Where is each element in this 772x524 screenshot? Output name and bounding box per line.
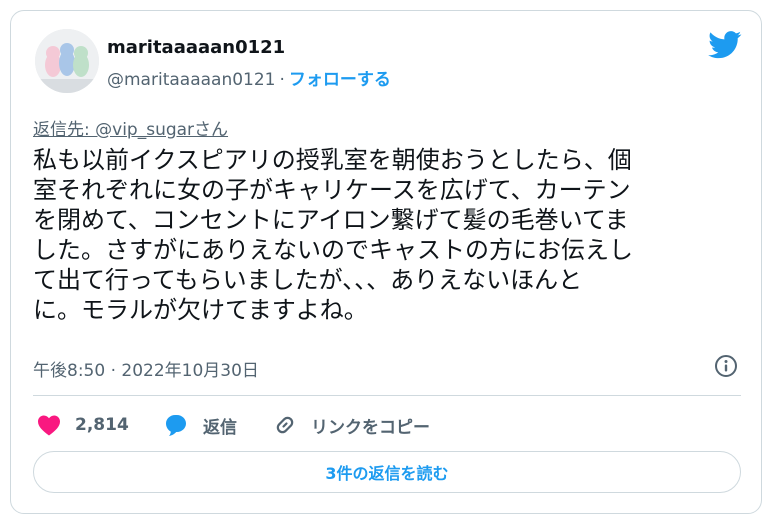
follow-link[interactable]: フォローする (289, 70, 391, 90)
tweet-text-line: に。モラルが欠けてますよね。 (33, 296, 368, 324)
tweet-text-line: 私も以前イクスピアリの授乳室を朝使おうとしたら、個 (33, 146, 632, 174)
reply-button[interactable]: 返信 (163, 411, 237, 439)
twitter-bird-icon[interactable] (708, 31, 742, 59)
tweet-text: 私も以前イクスピアリの授乳室を朝使おうとしたら、個 室それぞれに女の子がキャリケ… (33, 145, 733, 325)
like-button[interactable]: 2,814 (37, 411, 129, 439)
handle-row: @maritaaaaan0121 · フォローする (107, 65, 391, 90)
like-count: 2,814 (75, 415, 129, 435)
tweet-text-line: て出て行ってもらいましたが、、、ありえないほんと (33, 266, 583, 294)
reply-bubble-icon (166, 415, 186, 436)
copy-link-label: リンクをコピー (311, 417, 430, 438)
tweet-timestamp[interactable]: 午後8:50 · 2022年10月30日 (33, 356, 259, 381)
tweet-text-line: 室それぞれに女の子がキャリケースを広げて、カーテン (33, 176, 631, 204)
reply-to-link[interactable]: 返信先: @vip_sugarさん (33, 115, 228, 140)
read-replies-label: 3件の返信を読む (325, 464, 449, 483)
tweet-card: maritaaaaan0121 @maritaaaaan0121 · フォローする … (10, 10, 762, 514)
copy-link-button[interactable]: リンクをコピー (273, 411, 430, 439)
heart-icon (38, 415, 60, 436)
read-replies-button[interactable]: 3件の返信を読む (33, 451, 741, 493)
divider (33, 395, 741, 396)
avatar[interactable] (35, 29, 99, 93)
handle-separator: · (279, 70, 285, 90)
tweet-text-line: を閉めて、コンセントにアイロン繋げて髪の毛巻いてま (33, 206, 629, 234)
display-name[interactable]: maritaaaaan0121 (107, 37, 285, 58)
tweet-text-line: した。さすがにありえないのでキャストの方にお伝えし (33, 236, 633, 264)
reply-label: 返信 (203, 417, 237, 438)
user-handle[interactable]: @maritaaaaan0121 (107, 70, 275, 90)
link-icon (276, 416, 294, 434)
info-icon[interactable] (714, 354, 738, 378)
